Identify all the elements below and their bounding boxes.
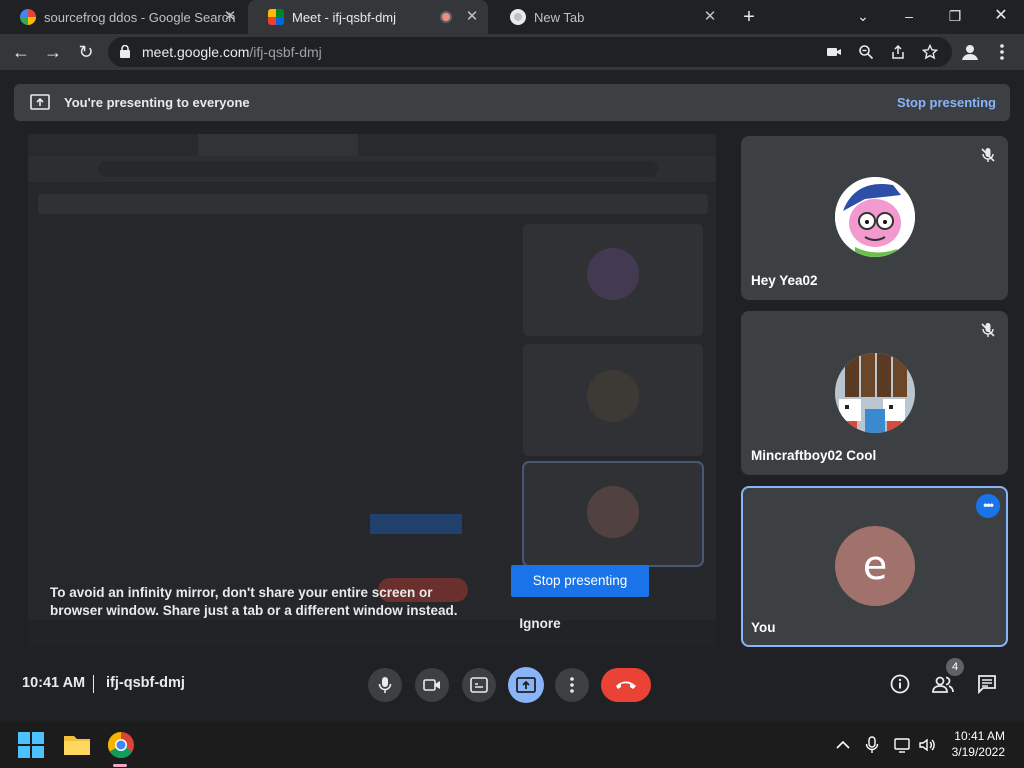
active-app-indicator [113, 764, 127, 767]
url-text: meet.google.com/ifj-qsbf-dmj [142, 44, 322, 60]
microphone-icon[interactable] [863, 736, 881, 754]
reload-icon[interactable]: ↻ [73, 39, 99, 65]
window-close-icon[interactable]: ✕ [989, 4, 1013, 28]
url-path: /ifj-qsbf-dmj [249, 44, 322, 60]
tab-label: Meet - ifj-qsbf-dmj [292, 9, 397, 25]
microphone-icon [378, 677, 392, 693]
google-icon [20, 9, 36, 25]
recording-indicator-icon [440, 11, 452, 23]
windows-start-icon[interactable] [18, 732, 44, 758]
meet-icon [268, 9, 284, 25]
url-host: meet.google.com [142, 44, 250, 60]
minimize-icon[interactable]: – [897, 4, 921, 28]
chrome-icon[interactable] [107, 731, 135, 759]
meeting-controls-bar: 10:41 AM ifj-qsbf-dmj [0, 660, 1024, 708]
participant-name: Hey Yea02 [751, 273, 818, 288]
zoom-icon[interactable] [858, 44, 874, 60]
system-clock[interactable]: 10:41 AM 3/19/2022 [952, 728, 1005, 760]
people-icon [932, 676, 954, 693]
captions-button[interactable] [462, 668, 496, 702]
restore-icon[interactable]: ❐ [943, 4, 967, 28]
minecraft-avatar-image [835, 353, 915, 433]
more-options-button[interactable] [555, 668, 589, 702]
avatar [835, 353, 915, 433]
tab-label: New Tab [534, 9, 585, 25]
meeting-time: 10:41 AM [22, 675, 86, 691]
mic-off-icon [981, 148, 995, 162]
close-icon[interactable]: ✕ [464, 9, 480, 25]
meeting-details-button[interactable] [888, 672, 912, 696]
tab-label: sourcefrog ddos - Google Search [44, 9, 236, 25]
people-count-badge: 4 [946, 658, 964, 676]
camera-icon[interactable] [826, 44, 842, 60]
present-screen-icon [30, 94, 50, 110]
mic-off-icon [981, 323, 995, 337]
participant-name: You [751, 620, 776, 635]
info-icon [890, 674, 910, 694]
clock-time: 10:41 AM [954, 729, 1005, 743]
divider [93, 675, 94, 693]
profile-icon[interactable] [960, 42, 980, 62]
bookmark-star-icon[interactable] [922, 44, 938, 60]
chrome-icon [510, 9, 526, 25]
presenting-banner: You're presenting to everyone Stop prese… [14, 84, 1010, 121]
volume-icon[interactable] [918, 736, 936, 754]
windows-taskbar: 10:41 AM 3/19/2022 [0, 722, 1024, 768]
new-tab-button[interactable]: + [738, 6, 760, 28]
share-icon[interactable] [890, 44, 906, 60]
tab-meet[interactable]: Meet - ifj-qsbf-dmj ✕ [248, 0, 488, 34]
kebab-menu-icon[interactable] [992, 42, 1012, 62]
chat-icon [978, 675, 996, 694]
lock-icon [120, 45, 130, 58]
captions-icon [470, 677, 488, 693]
cartoon-avatar-image [835, 177, 915, 257]
ignore-button[interactable]: Ignore [508, 611, 572, 637]
address-bar[interactable]: meet.google.com/ifj-qsbf-dmj [108, 37, 952, 67]
tab-search-chevron-icon[interactable]: ⌄ [851, 4, 875, 28]
participant-tile-you[interactable]: ••• e You [741, 486, 1008, 647]
tab-strip: sourcefrog ddos - Google Search ✕ Meet -… [0, 0, 1024, 34]
file-explorer-icon[interactable] [63, 732, 91, 756]
avatar: e [835, 526, 915, 606]
close-icon[interactable]: ✕ [222, 9, 238, 25]
microphone-button[interactable] [368, 668, 402, 702]
infinity-mirror-warning: To avoid an infinity mirror, don't share… [50, 585, 458, 618]
meeting-code: ifj-qsbf-dmj [106, 675, 185, 691]
stop-presenting-link[interactable]: Stop presenting [897, 95, 996, 110]
more-options-button[interactable]: ••• [976, 494, 1000, 518]
present-screen-icon [516, 677, 536, 693]
chat-button[interactable] [975, 672, 999, 696]
banner-text: You're presenting to everyone [64, 95, 250, 110]
forward-arrow-icon[interactable]: → [40, 39, 66, 65]
participant-tile[interactable]: Hey Yea02 [741, 136, 1008, 300]
back-arrow-icon[interactable]: ← [8, 39, 34, 65]
present-now-button[interactable] [508, 667, 544, 703]
camera-button[interactable] [415, 668, 449, 702]
hang-up-icon [616, 681, 636, 689]
participant-name: Mincraftboy02 Cool [751, 448, 877, 463]
kebab-menu-icon [570, 677, 574, 693]
tab-new-tab[interactable]: New Tab ✕ [490, 0, 726, 34]
stop-presenting-button[interactable]: Stop presenting [511, 565, 649, 597]
video-camera-icon [423, 679, 440, 691]
avatar [835, 177, 915, 257]
tab-google-search[interactable]: sourcefrog ddos - Google Search ✕ [0, 0, 246, 34]
chevron-up-icon[interactable] [834, 736, 852, 754]
participant-tile[interactable]: Mincraftboy02 Cool [741, 311, 1008, 475]
leave-call-button[interactable] [601, 668, 651, 702]
network-icon[interactable] [894, 736, 912, 754]
clock-date: 3/19/2022 [951, 745, 1005, 759]
close-icon[interactable]: ✕ [702, 9, 718, 25]
browser-toolbar: ← → ↻ meet.google.com/ifj-qsbf-dmj [0, 34, 1024, 70]
